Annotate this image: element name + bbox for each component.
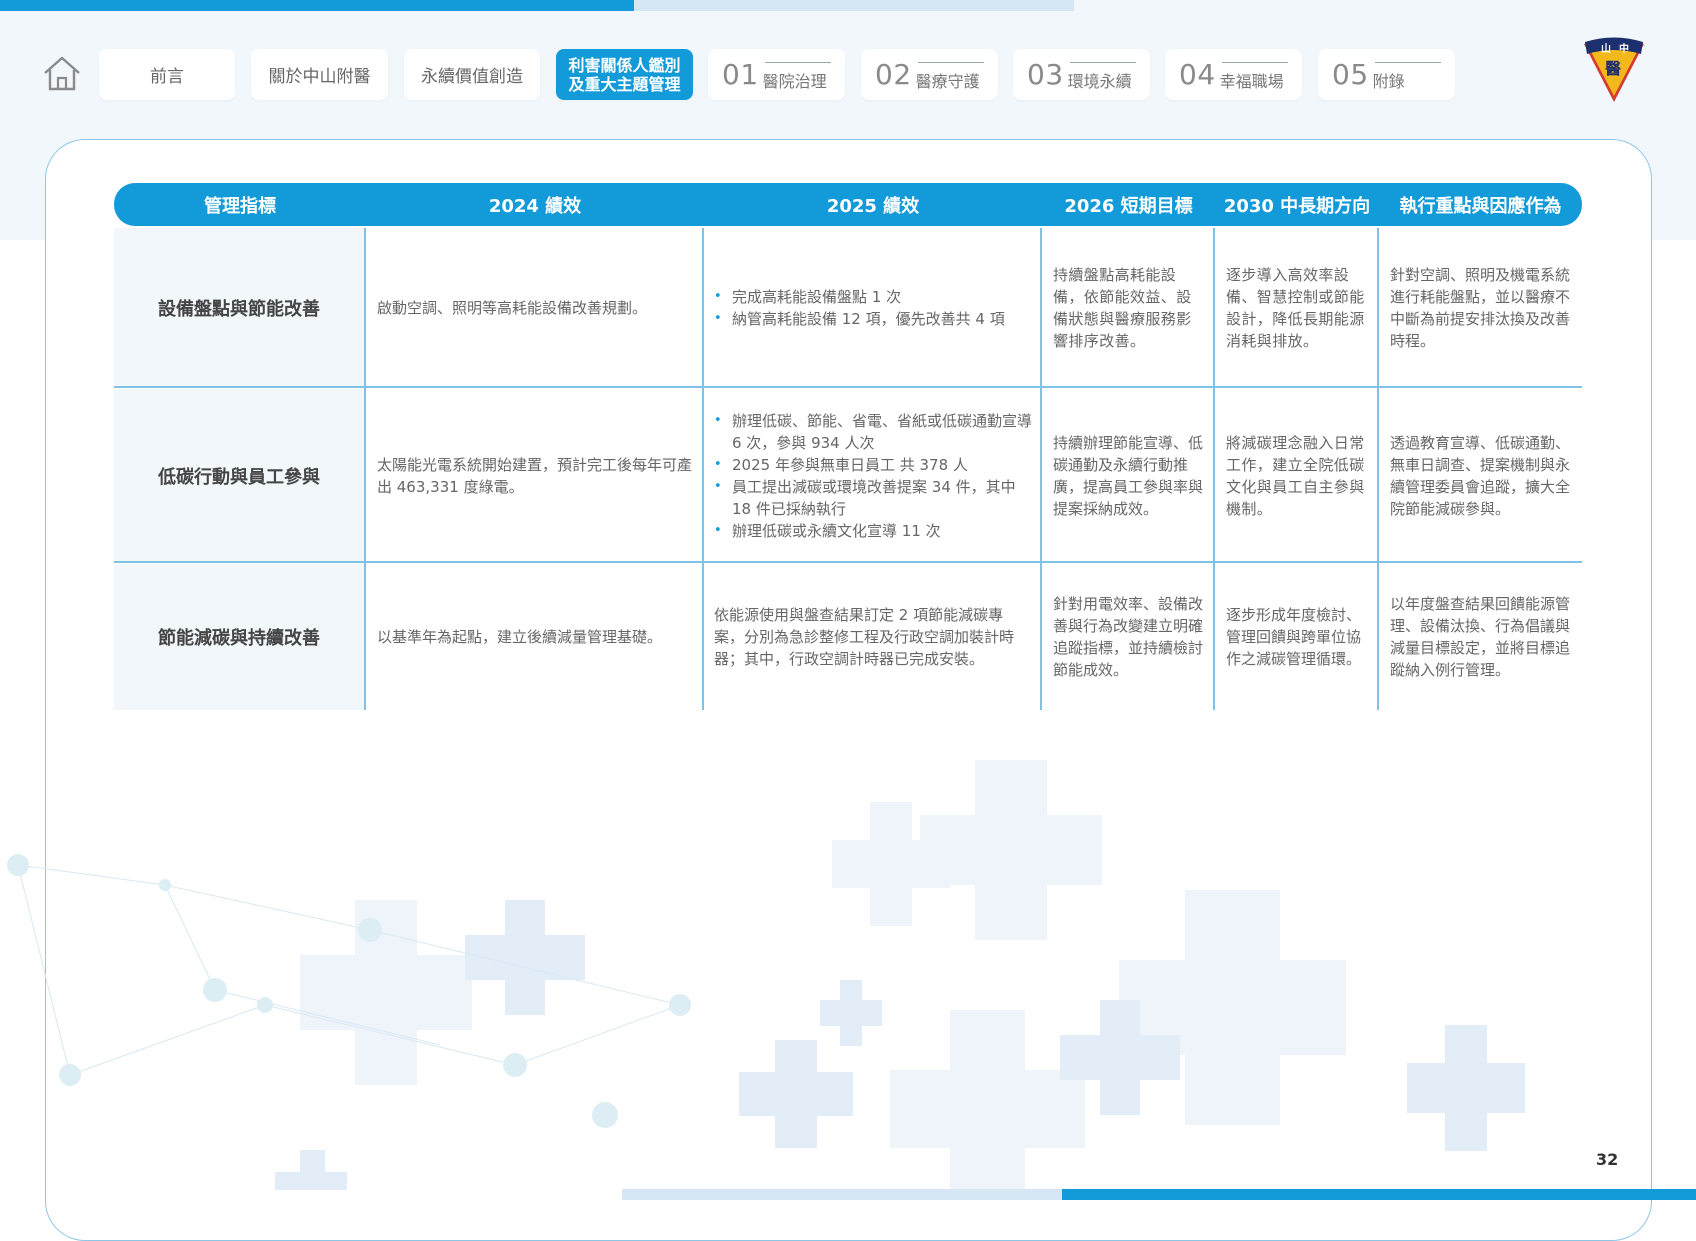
row-label: 設備盤點與節能改善 — [114, 228, 364, 387]
nav-chapter-05[interactable]: 05 附錄 — [1318, 49, 1455, 100]
cell-action: 以年度盤查結果回饋能源管理、設備汰換、行為倡議與減量目標設定，並將目標追蹤納入例… — [1390, 595, 1571, 679]
header-2030: 2030 中長期方向 — [1223, 195, 1371, 217]
top-accent-bar — [0, 0, 634, 11]
cell-2030: 逐步導入高效率設備、智慧控制或節能設計，降低長期能源消耗與排放。 — [1226, 265, 1365, 350]
logo-char: 中 — [1619, 42, 1629, 55]
cell-2026: 持續盤點高耗能設備，依節能效益、設備狀態與醫療服務影響排序改善。 — [1053, 265, 1192, 350]
nav-stakeholder-material-topics[interactable]: 利害關係人鑑別 及重大主題管理 — [556, 49, 693, 100]
header-2025: 2025 績效 — [826, 195, 920, 217]
chapter-underline — [1375, 62, 1441, 63]
logo-char: 醫 — [1605, 59, 1621, 78]
chapter-underline — [1070, 62, 1136, 63]
bullet-list: 辦理低碳、節能、省電、省紙或低碳通勤宣導 6 次，參與 934 人次 2025 … — [714, 410, 1032, 542]
nav-chapter-02[interactable]: 02 醫療守護 — [861, 49, 998, 100]
chapter-underline — [1222, 62, 1288, 63]
header-2026: 2026 短期目標 — [1064, 195, 1193, 217]
bottom-accent-bar-light — [622, 1189, 1062, 1200]
column-divider — [1377, 228, 1379, 710]
header-2024: 2024 績效 — [488, 195, 582, 217]
column-divider — [702, 228, 704, 710]
hospital-logo: 山 中 醫 — [1581, 36, 1647, 106]
column-divider — [1213, 228, 1215, 710]
column-divider — [364, 228, 366, 710]
cell-action: 針對空調、照明及機電系統進行耗能盤點，並以醫療不中斷為前提安排汰換及改善時程。 — [1390, 265, 1571, 350]
cell-action: 透過教育宣導、低碳通勤、無車日調查、提案機制與永續管理委員會追蹤，擴大全院節能減… — [1390, 433, 1571, 518]
page-number: 32 — [1596, 1150, 1619, 1169]
bullet-list: 完成高耗能設備盤點 1 次 納管高耗能設備 12 項，優先改善共 4 項 — [714, 286, 1005, 330]
decorative-medical-crosses — [7, 760, 1525, 1190]
row-label: 節能減碳與持續改善 — [114, 564, 364, 710]
nav-chapter-03[interactable]: 03 環境永續 — [1013, 49, 1150, 100]
list-item: 納管高耗能設備 12 項，優先改善共 4 項 — [714, 308, 1005, 330]
cell-2025: 依能源使用與盤查結果訂定 2 項節能減碳專案，分別為急診整修工程及行政空調加裝計… — [714, 606, 1015, 668]
list-item: 辦理低碳或永續文化宣導 11 次 — [714, 520, 1032, 542]
nav-about[interactable]: 關於中山附醫 — [251, 49, 388, 100]
cell-2026: 針對用電效率、設備改善與行為改變建立明確追蹤指標，並持續檢討節能成效。 — [1053, 595, 1204, 679]
cell-2030: 將減碳理念融入日常工作，建立全院低碳文化與員工自主參與機制。 — [1226, 433, 1365, 518]
row-label: 低碳行動與員工參與 — [114, 389, 364, 562]
chapter-underline — [918, 62, 984, 63]
nav-chapter-01[interactable]: 01 醫院治理 — [708, 49, 845, 100]
nav-preface[interactable]: 前言 — [99, 49, 235, 100]
table-header: 管理指標 2024 績效 2025 績效 2026 短期目標 2030 中長期方… — [114, 183, 1582, 226]
cell-2024: 以基準年為起點，建立後續減量管理基礎。 — [377, 628, 663, 646]
chapter-underline — [765, 62, 831, 63]
list-item: 員工提出減碳或環境改善提案 34 件，其中 18 件已採納執行 — [714, 476, 1032, 520]
home-icon[interactable] — [42, 54, 82, 94]
logo-char: 山 — [1601, 42, 1611, 55]
header-action: 執行重點與因應作為 — [1399, 195, 1562, 217]
cell-2030: 逐步形成年度檢討、管理回饋與跨單位協作之減碳管理循環。 — [1226, 606, 1362, 668]
cell-2026: 持續辦理節能宣導、低碳通勤及永續行動推廣，提高員工參與率與提案採納成效。 — [1053, 433, 1204, 518]
cell-2024: 太陽能光電系統開始建置，預計完工後每年可產出 463,331 度綠電。 — [377, 455, 693, 496]
cell-2025: 完成高耗能設備盤點 1 次 納管高耗能設備 12 項，優先改善共 4 項 — [714, 228, 1032, 387]
nav-value-creation[interactable]: 永續價值創造 — [404, 49, 540, 100]
bottom-accent-bar — [1062, 1189, 1696, 1200]
cell-2024: 啟動空調、照明等高耗能設備改善規劃。 — [377, 298, 648, 317]
top-accent-bar-light — [634, 0, 1074, 11]
header-indicator: 管理指標 — [204, 195, 276, 217]
list-item: 2025 年參與無車日員工 共 378 人 — [714, 454, 1032, 476]
nav-chapter-04[interactable]: 04 幸福職場 — [1165, 49, 1302, 100]
column-divider — [1040, 228, 1042, 710]
cell-2025: 辦理低碳、節能、省電、省紙或低碳通勤宣導 6 次，參與 934 人次 2025 … — [714, 389, 1032, 562]
list-item: 完成高耗能設備盤點 1 次 — [714, 286, 1005, 308]
list-item: 辦理低碳、節能、省電、省紙或低碳通勤宣導 6 次，參與 934 人次 — [714, 410, 1032, 454]
